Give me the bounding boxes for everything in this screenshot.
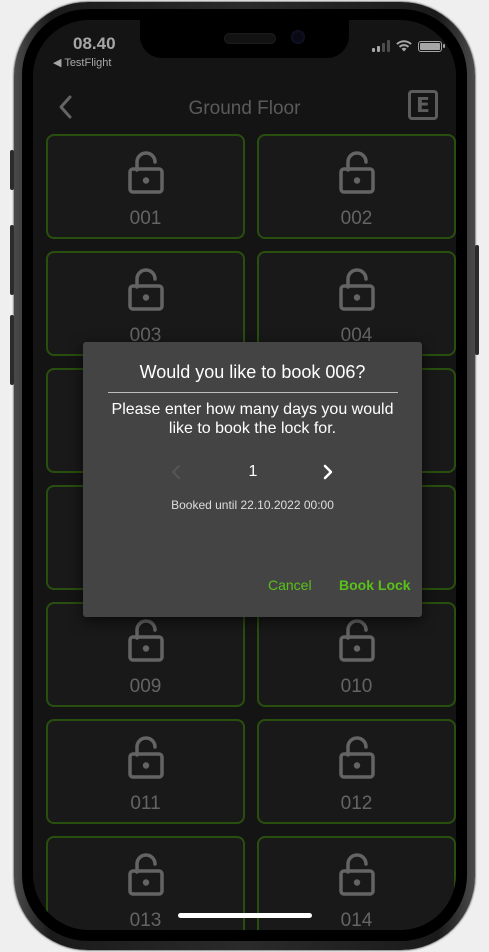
power-button (475, 245, 479, 355)
cancel-button[interactable]: Cancel (268, 577, 312, 593)
volume-up-button (10, 225, 14, 295)
book-lock-button[interactable]: Book Lock (339, 577, 411, 593)
app-screen: 08.40 ◀ TestFlight Ground Floor E 001 002… (33, 20, 456, 930)
chevron-right-icon[interactable] (321, 463, 335, 481)
chevron-left-icon[interactable] (169, 463, 183, 481)
mute-switch (10, 150, 14, 190)
home-indicator[interactable] (178, 913, 312, 918)
volume-down-button (10, 315, 14, 385)
booked-until-text: Booked until 22.10.2022 00:00 (171, 498, 334, 512)
booking-dialog: Would you like to book 006? Please enter… (83, 342, 422, 617)
dialog-message: Please enter how many days you would lik… (111, 401, 394, 437)
dialog-title: Would you like to book 006? (139, 362, 366, 382)
days-stepper-value: 1 (248, 463, 258, 480)
dialog-divider (108, 392, 398, 393)
